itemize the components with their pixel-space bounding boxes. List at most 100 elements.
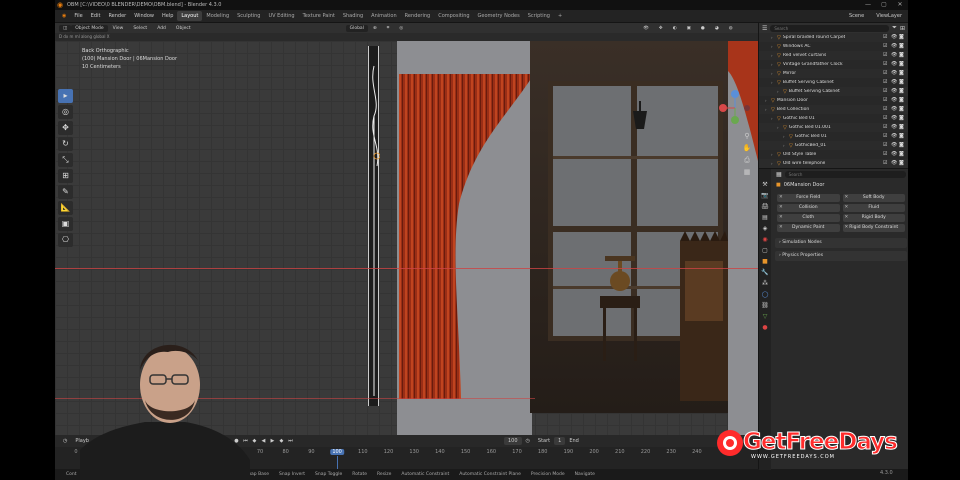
navigation-gizmo[interactable]: ⚲ ✋ ⎙ ▦ bbox=[715, 86, 755, 176]
orientation-dropdown[interactable]: Global bbox=[345, 24, 368, 32]
rigid-body-button[interactable]: ✕ Rigid Body bbox=[842, 214, 905, 222]
checkbox-icon[interactable]: ☑ bbox=[883, 79, 889, 85]
outliner-row[interactable]: › ▽ Bed Collection ☑ 👁 ◙ bbox=[759, 105, 908, 114]
checkbox-icon[interactable]: ☑ bbox=[883, 70, 889, 76]
cursor-tool-icon[interactable]: ◎ bbox=[58, 105, 73, 119]
fluid-button[interactable]: ✕ Fluid bbox=[842, 204, 905, 212]
camera-tool-icon[interactable]: ⎔ bbox=[58, 233, 73, 247]
shading-material-icon[interactable]: ◕ bbox=[710, 26, 724, 31]
new-collection-icon[interactable]: ⊞ bbox=[900, 25, 905, 32]
eye-icon[interactable]: 👁 bbox=[891, 34, 897, 40]
dynamic-paint-button[interactable]: ✕ Dynamic Paint bbox=[777, 224, 840, 232]
next-key-icon[interactable]: ◆ bbox=[278, 438, 285, 445]
eye-icon[interactable]: 👁 bbox=[891, 79, 897, 85]
data-tab-icon[interactable]: ▽ bbox=[761, 313, 769, 321]
visibility-icon[interactable]: 👁 bbox=[638, 26, 654, 31]
camera-icon[interactable]: ◙ bbox=[899, 160, 905, 166]
outliner-row[interactable]: › ▽ GothicBed_01 ☑ 👁 ◙ bbox=[759, 141, 908, 150]
camera-icon[interactable]: ◙ bbox=[899, 43, 905, 49]
workspace-tab-texture-paint[interactable]: Texture Paint bbox=[299, 11, 339, 21]
outliner-editor-icon[interactable]: ☰ bbox=[762, 25, 767, 32]
workspace-tab-rendering[interactable]: Rendering bbox=[401, 11, 435, 21]
camera-icon[interactable]: ◙ bbox=[899, 133, 905, 139]
close-button[interactable]: ✕ bbox=[892, 0, 908, 10]
add-workspace-button[interactable]: + bbox=[554, 11, 566, 21]
soft-body-button[interactable]: ✕ Soft Body bbox=[842, 194, 905, 202]
physics-tab-icon[interactable]: ◯ bbox=[761, 291, 769, 299]
transform-tool-icon[interactable]: ⊞ bbox=[58, 169, 73, 183]
checkbox-icon[interactable]: ☑ bbox=[883, 97, 889, 103]
menu-file[interactable]: File bbox=[70, 13, 86, 19]
properties-editor-icon[interactable]: ▦ bbox=[776, 171, 782, 178]
timeline-editor-icon[interactable]: ◷ bbox=[59, 438, 71, 444]
outliner-row[interactable]: › ▽ Old wire telephone ☑ 👁 ◙ bbox=[759, 159, 908, 168]
outliner-row[interactable]: › ▽ Old Style Table ☑ 👁 ◙ bbox=[759, 150, 908, 159]
workspace-tab-animation[interactable]: Animation bbox=[367, 11, 401, 21]
mansion-door-selected[interactable] bbox=[368, 46, 381, 406]
menu-select[interactable]: Select bbox=[128, 26, 152, 31]
move-tool-icon[interactable]: ✥ bbox=[58, 121, 73, 135]
object-tab-icon[interactable]: ■ bbox=[761, 258, 769, 266]
collection-tab-icon[interactable]: ▢ bbox=[761, 247, 769, 255]
eye-icon[interactable]: 👁 bbox=[891, 97, 897, 103]
maximize-button[interactable]: ▢ bbox=[876, 0, 892, 10]
eye-icon[interactable]: 👁 bbox=[891, 151, 897, 157]
scene-tab-icon[interactable]: ◈ bbox=[761, 225, 769, 233]
rotate-tool-icon[interactable]: ↻ bbox=[58, 137, 73, 151]
checkbox-icon[interactable]: ☑ bbox=[883, 106, 889, 112]
checkbox-icon[interactable]: ☑ bbox=[883, 160, 889, 166]
outliner-row[interactable]: › ▽ Vintage Grandfather Clock ☑ 👁 ◙ bbox=[759, 60, 908, 69]
snap-icon[interactable]: ⌗ bbox=[382, 25, 395, 31]
checkbox-icon[interactable]: ☑ bbox=[883, 142, 889, 148]
eye-icon[interactable]: 👁 bbox=[891, 133, 897, 139]
pivot-icon[interactable]: ⊕ bbox=[368, 26, 382, 31]
camera-icon[interactable]: ◙ bbox=[899, 97, 905, 103]
checkbox-icon[interactable]: ☑ bbox=[883, 34, 889, 40]
workspace-tab-sculpting[interactable]: Sculpting bbox=[233, 11, 264, 21]
current-frame-field[interactable]: 100 bbox=[503, 437, 522, 445]
workspace-tab-geometry-nodes[interactable]: Geometry Nodes bbox=[474, 11, 524, 21]
eye-icon[interactable]: 👁 bbox=[891, 70, 897, 76]
view-layer-tab-icon[interactable]: ▤ bbox=[761, 214, 769, 222]
workspace-tab-compositing[interactable]: Compositing bbox=[434, 11, 473, 21]
camera-icon[interactable]: ◙ bbox=[899, 61, 905, 67]
properties-search-input[interactable]: Search bbox=[784, 170, 906, 178]
checkbox-icon[interactable]: ☑ bbox=[883, 88, 889, 94]
outliner-row[interactable]: › ▽ Mirror ☑ 👁 ◙ bbox=[759, 69, 908, 78]
outliner-row[interactable]: › ▽ Red velvet curtains ☑ 👁 ◙ bbox=[759, 51, 908, 60]
eye-icon[interactable]: 👁 bbox=[891, 43, 897, 49]
overlays-icon[interactable]: ◐ bbox=[668, 26, 682, 31]
jump-end-icon[interactable]: ⏭ bbox=[287, 438, 294, 445]
material-tab-icon[interactable]: ● bbox=[761, 324, 769, 332]
blender-menu-icon[interactable]: ◉ bbox=[58, 13, 70, 19]
force-field-button[interactable]: ✕ Force Field bbox=[777, 194, 840, 202]
camera-icon[interactable]: ◙ bbox=[899, 70, 905, 76]
outliner-search-input[interactable]: Search bbox=[770, 24, 890, 32]
shading-rendered-icon[interactable]: ◍ bbox=[724, 26, 738, 31]
menu-object[interactable]: Object bbox=[171, 26, 196, 31]
playhead[interactable] bbox=[337, 456, 339, 469]
camera-icon[interactable]: ◙ bbox=[899, 106, 905, 112]
collision-button[interactable]: ✕ Collision bbox=[777, 204, 840, 212]
workspace-tab-shading[interactable]: Shading bbox=[339, 11, 367, 21]
outliner-row[interactable]: › ▽ Buffet Serving Cabinet ☑ 👁 ◙ bbox=[759, 87, 908, 96]
select-box-tool-icon[interactable]: ▸ bbox=[58, 89, 73, 103]
camera-icon[interactable]: ◙ bbox=[899, 142, 905, 148]
workspace-tab-modeling[interactable]: Modeling bbox=[202, 11, 233, 21]
checkbox-icon[interactable]: ☑ bbox=[883, 61, 889, 67]
cloth-button[interactable]: ✕ Cloth bbox=[777, 214, 840, 222]
camera-icon[interactable]: ◙ bbox=[899, 88, 905, 94]
proportional-edit-icon[interactable]: ◎ bbox=[394, 26, 408, 31]
annotate-tool-icon[interactable]: ✎ bbox=[58, 185, 73, 199]
eye-icon[interactable]: 👁 bbox=[891, 52, 897, 58]
modifier-tab-icon[interactable]: 🔧 bbox=[761, 269, 769, 277]
outliner-row[interactable]: › ▽ Mansion Door ☑ 👁 ◙ bbox=[759, 96, 908, 105]
measure-tool-icon[interactable]: 📐 bbox=[58, 201, 73, 215]
filter-icon[interactable]: ⏷ bbox=[892, 24, 897, 32]
checkbox-icon[interactable]: ☑ bbox=[883, 133, 889, 139]
checkbox-icon[interactable]: ☑ bbox=[883, 124, 889, 130]
outliner-row[interactable]: › ▽ Spiral braided round Carpet ☑ 👁 ◙ bbox=[759, 33, 908, 42]
menu-view[interactable]: View bbox=[108, 26, 129, 31]
eye-icon[interactable]: 👁 bbox=[891, 61, 897, 67]
prev-key-icon[interactable]: ◆ bbox=[251, 438, 258, 445]
